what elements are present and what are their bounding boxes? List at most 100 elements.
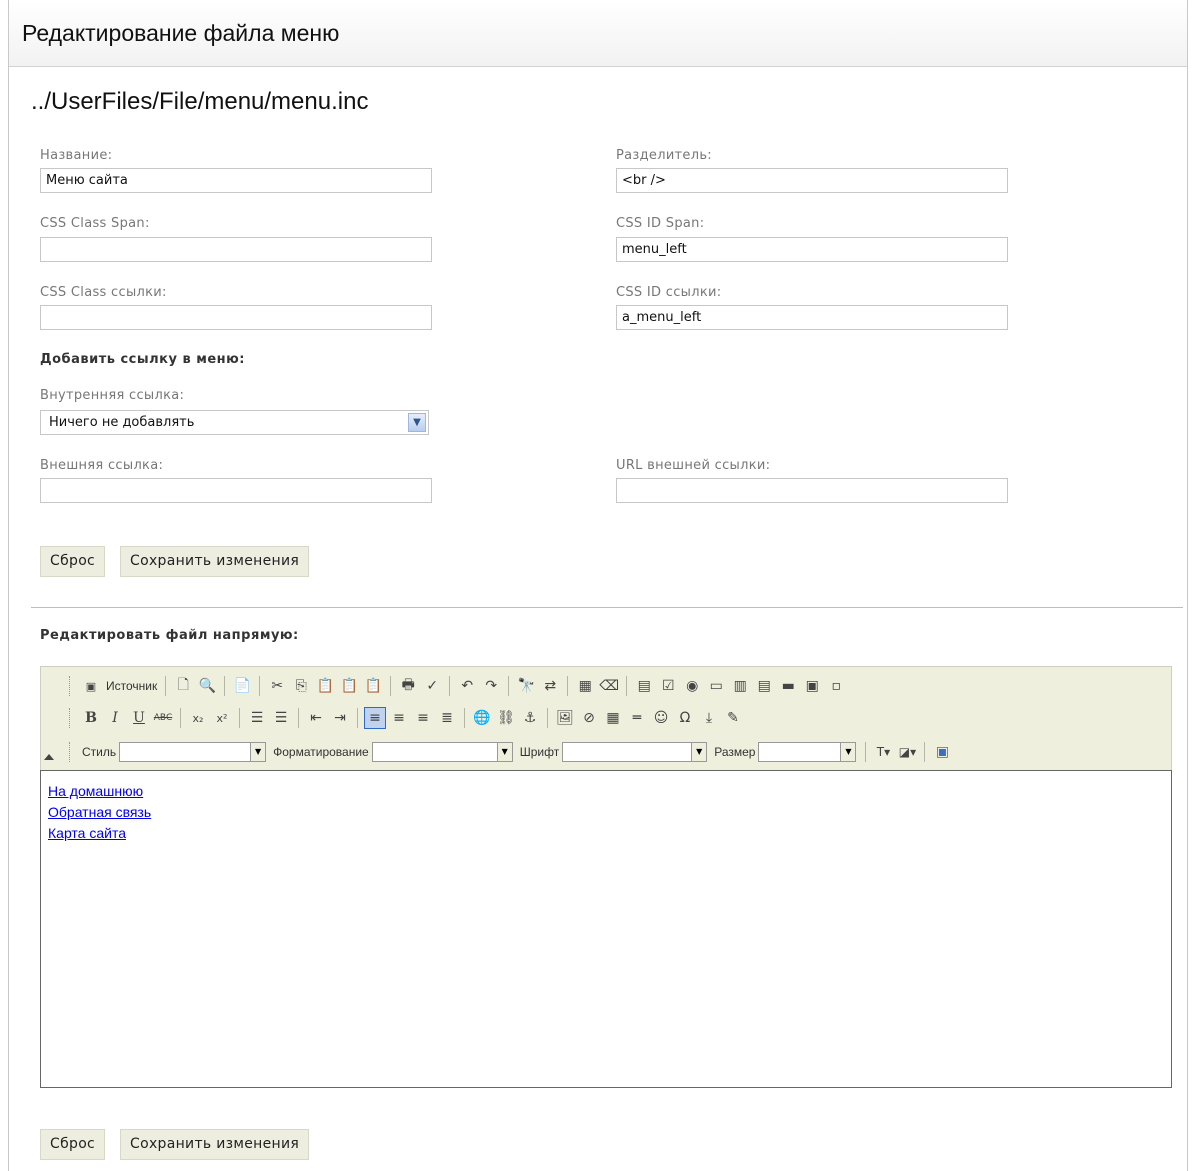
form-icon[interactable]: ▤ — [633, 675, 655, 697]
checkbox-icon[interactable]: ☑ — [657, 675, 679, 697]
align-left-icon[interactable]: ≡ — [364, 707, 386, 729]
font-combo[interactable]: ▼ — [562, 742, 708, 762]
style-label: Стиль — [82, 745, 117, 759]
bulleted-list-icon[interactable]: ☰ — [270, 707, 292, 729]
chevron-down-icon[interactable]: ▼ — [250, 743, 266, 761]
image-button-icon[interactable]: ▣ — [801, 675, 823, 697]
subscript-icon[interactable]: x₂ — [187, 707, 209, 729]
reset-button-bottom[interactable]: Сброс — [40, 1129, 106, 1160]
align-center-icon[interactable]: ≡ — [388, 707, 410, 729]
bold-icon[interactable]: B — [80, 707, 102, 729]
external-url-label: URL внешней ссылки: — [616, 458, 771, 473]
editor-link-home[interactable]: На домашнюю — [48, 781, 151, 802]
special-char-icon[interactable]: Ω — [674, 707, 696, 729]
chevron-down-icon[interactable]: ▼ — [408, 413, 426, 432]
source-icon[interactable]: ▣ — [80, 675, 102, 697]
editor-link-feedback[interactable]: Обратная связь — [48, 802, 151, 823]
wysiwyg-editor-area[interactable]: На домашнюю Обратная связь Карта сайта — [40, 770, 1172, 1088]
size-combo[interactable]: ▼ — [758, 742, 857, 762]
smiley-icon[interactable]: ☺ — [650, 707, 672, 729]
chevron-down-icon[interactable]: ▼ — [840, 743, 856, 761]
paste-text-icon[interactable]: 📋 — [338, 675, 360, 697]
editor-content: На домашнюю Обратная связь Карта сайта — [41, 781, 151, 844]
underline-icon[interactable]: U — [128, 707, 150, 729]
align-right-icon[interactable]: ≡ — [412, 707, 434, 729]
button-field-icon[interactable]: ▬ — [777, 675, 799, 697]
strikethrough-icon[interactable]: ABC — [152, 707, 174, 729]
source-button-label[interactable]: Источник — [106, 679, 157, 693]
textarea-icon[interactable]: ▥ — [729, 675, 751, 697]
outdent-icon[interactable]: ⇤ — [305, 707, 327, 729]
editor-toolbar: ▣ Источник 🗋 🔍 📄 ✂ ⎘ 📋 📋 📋 🖶 ✓ ↶ ↷ 🔭 ⇄ ▦… — [40, 666, 1172, 770]
css-id-link-field[interactable]: a_menu_left — [616, 305, 1008, 330]
external-link-label: Внешняя ссылка: — [40, 458, 164, 473]
italic-icon[interactable]: I — [104, 707, 126, 729]
name-field[interactable]: Меню сайта — [40, 168, 432, 193]
bg-color-icon[interactable]: ◪▾ — [896, 741, 918, 763]
save-button-bottom[interactable]: Сохранить изменения — [120, 1129, 310, 1160]
editor-link-sitemap[interactable]: Карта сайта — [48, 823, 151, 844]
css-class-link-field[interactable] — [40, 305, 432, 330]
print-icon[interactable]: 🖶 — [397, 675, 419, 697]
add-link-heading: Добавить ссылку в меню: — [40, 352, 246, 367]
text-field-icon[interactable]: ▭ — [705, 675, 727, 697]
css-id-span-field[interactable]: menu_left — [616, 237, 1008, 262]
indent-icon[interactable]: ⇥ — [329, 707, 351, 729]
direct-edit-heading: Редактировать файл напрямую: — [40, 628, 299, 643]
section-divider — [31, 607, 1183, 608]
find-icon[interactable]: 🔭 — [515, 675, 537, 697]
horizontal-rule-icon[interactable]: ═ — [626, 707, 648, 729]
maximize-icon[interactable]: ▣ — [931, 741, 953, 763]
select-all-icon[interactable]: ▦ — [574, 675, 596, 697]
text-color-icon[interactable]: T▾ — [872, 741, 894, 763]
save-button[interactable]: Сохранить изменения — [120, 546, 310, 577]
size-label: Размер — [714, 745, 756, 759]
unlink-icon[interactable]: ⛓ — [495, 707, 517, 729]
page-break-icon[interactable]: ⤓ — [698, 707, 720, 729]
radio-icon[interactable]: ◉ — [681, 675, 703, 697]
reset-button[interactable]: Сброс — [40, 546, 106, 577]
undo-icon[interactable]: ↶ — [456, 675, 478, 697]
image-icon[interactable]: 🖼 — [554, 707, 576, 729]
superscript-icon[interactable]: x² — [211, 707, 233, 729]
align-justify-icon[interactable]: ≣ — [436, 707, 458, 729]
paste-icon[interactable]: 📋 — [314, 675, 336, 697]
select-field-icon[interactable]: ▤ — [753, 675, 775, 697]
cut-icon[interactable]: ✂ — [266, 675, 288, 697]
numbered-list-icon[interactable]: ☰ — [246, 707, 268, 729]
format-combo[interactable]: ▼ — [371, 742, 513, 762]
page-title: Редактирование файла меню — [22, 20, 340, 46]
style-combo[interactable]: ▼ — [119, 742, 267, 762]
chevron-down-icon[interactable]: ▼ — [496, 743, 512, 761]
paste-word-icon[interactable]: 📋 — [362, 675, 384, 697]
spellcheck-icon[interactable]: ✓ — [421, 675, 443, 697]
link-icon[interactable]: 🌐 — [471, 707, 493, 729]
table-icon[interactable]: ▦ — [602, 707, 624, 729]
redo-icon[interactable]: ↷ — [480, 675, 502, 697]
chevron-down-icon[interactable]: ▼ — [691, 743, 707, 761]
toolbar-row-1: ▣ Источник 🗋 🔍 📄 ✂ ⎘ 📋 📋 📋 🖶 ✓ ↶ ↷ 🔭 ⇄ ▦… — [69, 673, 848, 699]
flash-icon[interactable]: ⊘ — [578, 707, 600, 729]
hidden-field-icon[interactable]: ▫ — [825, 675, 847, 697]
copy-icon[interactable]: ⎘ — [290, 675, 312, 697]
new-page-icon[interactable]: 🗋 — [172, 675, 194, 697]
css-class-span-field[interactable] — [40, 237, 432, 262]
toolbar-collapse-icon[interactable] — [44, 754, 54, 760]
external-link-field[interactable] — [40, 478, 432, 503]
css-class-span-label: CSS Class Span: — [40, 216, 150, 231]
separator-label: Разделитель: — [616, 148, 712, 163]
separator-field[interactable]: <br /> — [616, 168, 1008, 193]
templates-icon[interactable]: 📄 — [231, 675, 253, 697]
file-path-heading: ../UserFiles/File/menu/menu.inc — [31, 88, 369, 115]
anchor-icon[interactable]: ⚓ — [519, 707, 541, 729]
toolbar-row-3: Стиль ▼ Форматирование ▼ Шрифт ▼ Размер … — [69, 739, 954, 765]
external-url-field[interactable] — [616, 478, 1008, 503]
replace-icon[interactable]: ⇄ — [539, 675, 561, 697]
toolbar-row-2: B I U ABC x₂ x² ☰ ☰ ⇤ ⇥ ≡ ≡ ≡ ≣ 🌐 ⛓ ⚓ 🖼 … — [69, 705, 745, 731]
preview-icon[interactable]: 🔍 — [196, 675, 218, 697]
remove-format-icon[interactable]: ⌫ — [598, 675, 620, 697]
internal-link-select[interactable]: Ничего не добавлять ▼ — [40, 410, 429, 435]
format-label: Форматирование — [273, 745, 369, 759]
css-id-link-label: CSS ID ссылки: — [616, 285, 722, 300]
file-manager-icon[interactable]: ✎ — [722, 707, 744, 729]
